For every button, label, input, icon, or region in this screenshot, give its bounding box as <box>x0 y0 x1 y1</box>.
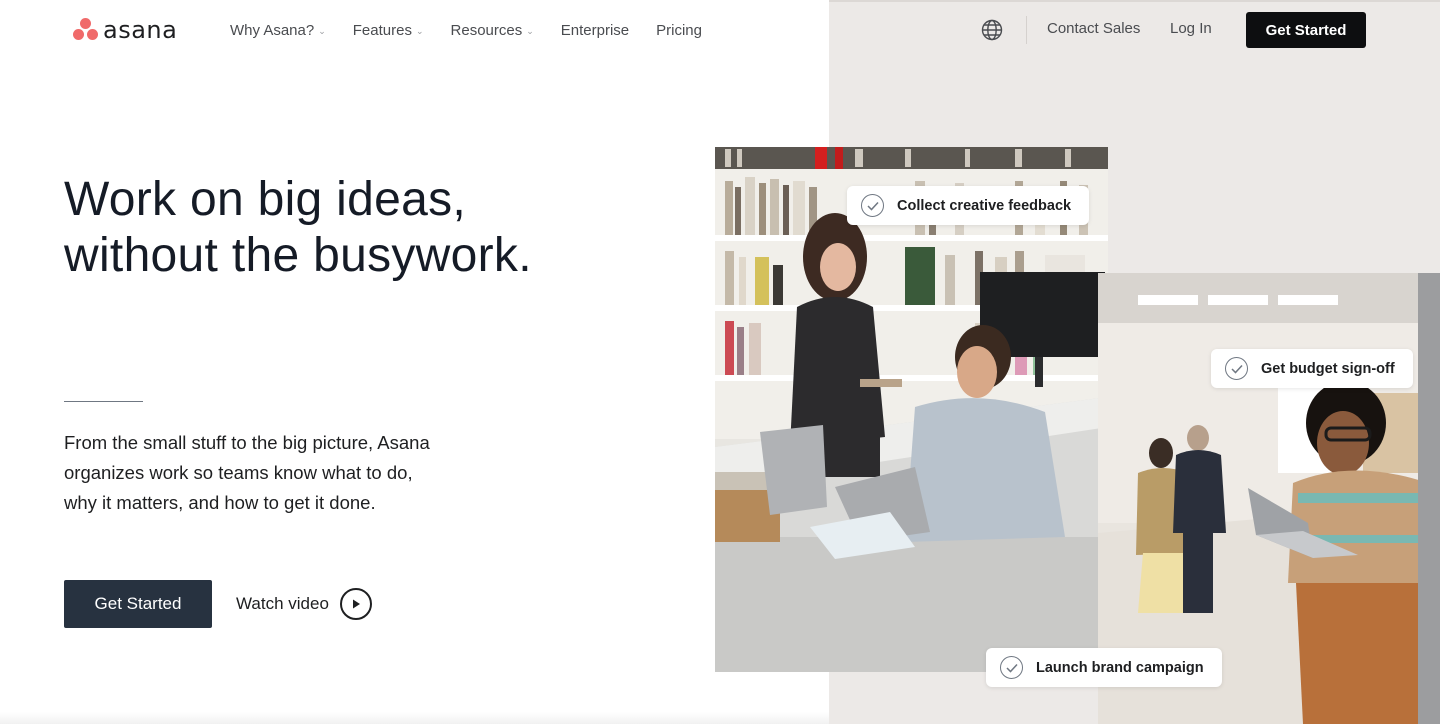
nav-item-label: Pricing <box>656 21 702 39</box>
office-team-photo <box>715 147 1108 672</box>
login-link[interactable]: Log In <box>1170 20 1212 37</box>
nav-item-label: Enterprise <box>560 21 630 39</box>
watch-video-label: Watch video <box>236 594 329 613</box>
chevron-down-icon: ⌄ <box>318 25 326 36</box>
nav-item-features[interactable]: Features ⌄ <box>353 20 424 40</box>
divider-rule <box>64 401 143 402</box>
task-pill-label: Collect creative feedback <box>897 197 1072 214</box>
contact-sales-link[interactable]: Contact Sales <box>1047 20 1140 37</box>
asana-logo-icon <box>73 17 99 43</box>
get-started-hero-button[interactable]: Get Started <box>64 580 212 628</box>
nav-item-label: Features <box>352 21 412 39</box>
globe-icon[interactable] <box>980 18 1004 42</box>
task-pill: Collect creative feedback <box>847 186 1090 225</box>
watch-video-button[interactable]: Watch video <box>236 588 372 620</box>
task-pill-label: Launch brand campaign <box>1036 659 1204 676</box>
task-pill: Launch brand campaign <box>986 648 1222 687</box>
checkmark-circle-icon <box>1000 656 1023 679</box>
main-nav: Why Asana? ⌄ Features ⌄ Resources ⌄ Ente… <box>230 20 729 40</box>
nav-item-label: Why Asana? <box>230 21 315 39</box>
task-pill: Get budget sign-off <box>1211 349 1413 388</box>
checkmark-circle-icon <box>1225 357 1248 380</box>
headline-line-2: without the busywork. <box>64 229 532 282</box>
subcopy-line-2: organizes work so teams know what to do, <box>64 462 413 483</box>
get-started-nav-button[interactable]: Get Started <box>1246 12 1366 48</box>
logo-wordmark: asana <box>103 16 178 44</box>
subcopy-line-1: From the small stuff to the big picture,… <box>64 432 430 453</box>
hero-headline: Work on big ideas, without the busywork. <box>64 172 684 284</box>
task-pill-label: Get budget sign-off <box>1261 360 1395 377</box>
subcopy-line-3: why it matters, and how to get it done. <box>64 492 376 513</box>
headline-line-1: Work on big ideas, <box>64 173 467 226</box>
nav-divider <box>1026 16 1027 44</box>
section-bottom-edge <box>0 712 829 724</box>
play-icon <box>339 588 372 620</box>
hero-subcopy: From the small stuff to the big picture,… <box>64 428 484 518</box>
nav-item-enterprise[interactable]: Enterprise <box>561 20 629 40</box>
chevron-down-icon: ⌄ <box>415 25 424 36</box>
nav-item-pricing[interactable]: Pricing <box>656 20 702 40</box>
nav-item-label: Resources <box>450 21 523 39</box>
panel-top-border <box>829 0 1440 2</box>
nav-item-why-asana[interactable]: Why Asana? ⌄ <box>230 20 326 40</box>
chevron-down-icon: ⌄ <box>526 25 534 36</box>
nav-item-resources[interactable]: Resources ⌄ <box>451 20 534 40</box>
checkmark-circle-icon <box>861 194 884 217</box>
asana-logo[interactable]: asana <box>73 17 177 43</box>
